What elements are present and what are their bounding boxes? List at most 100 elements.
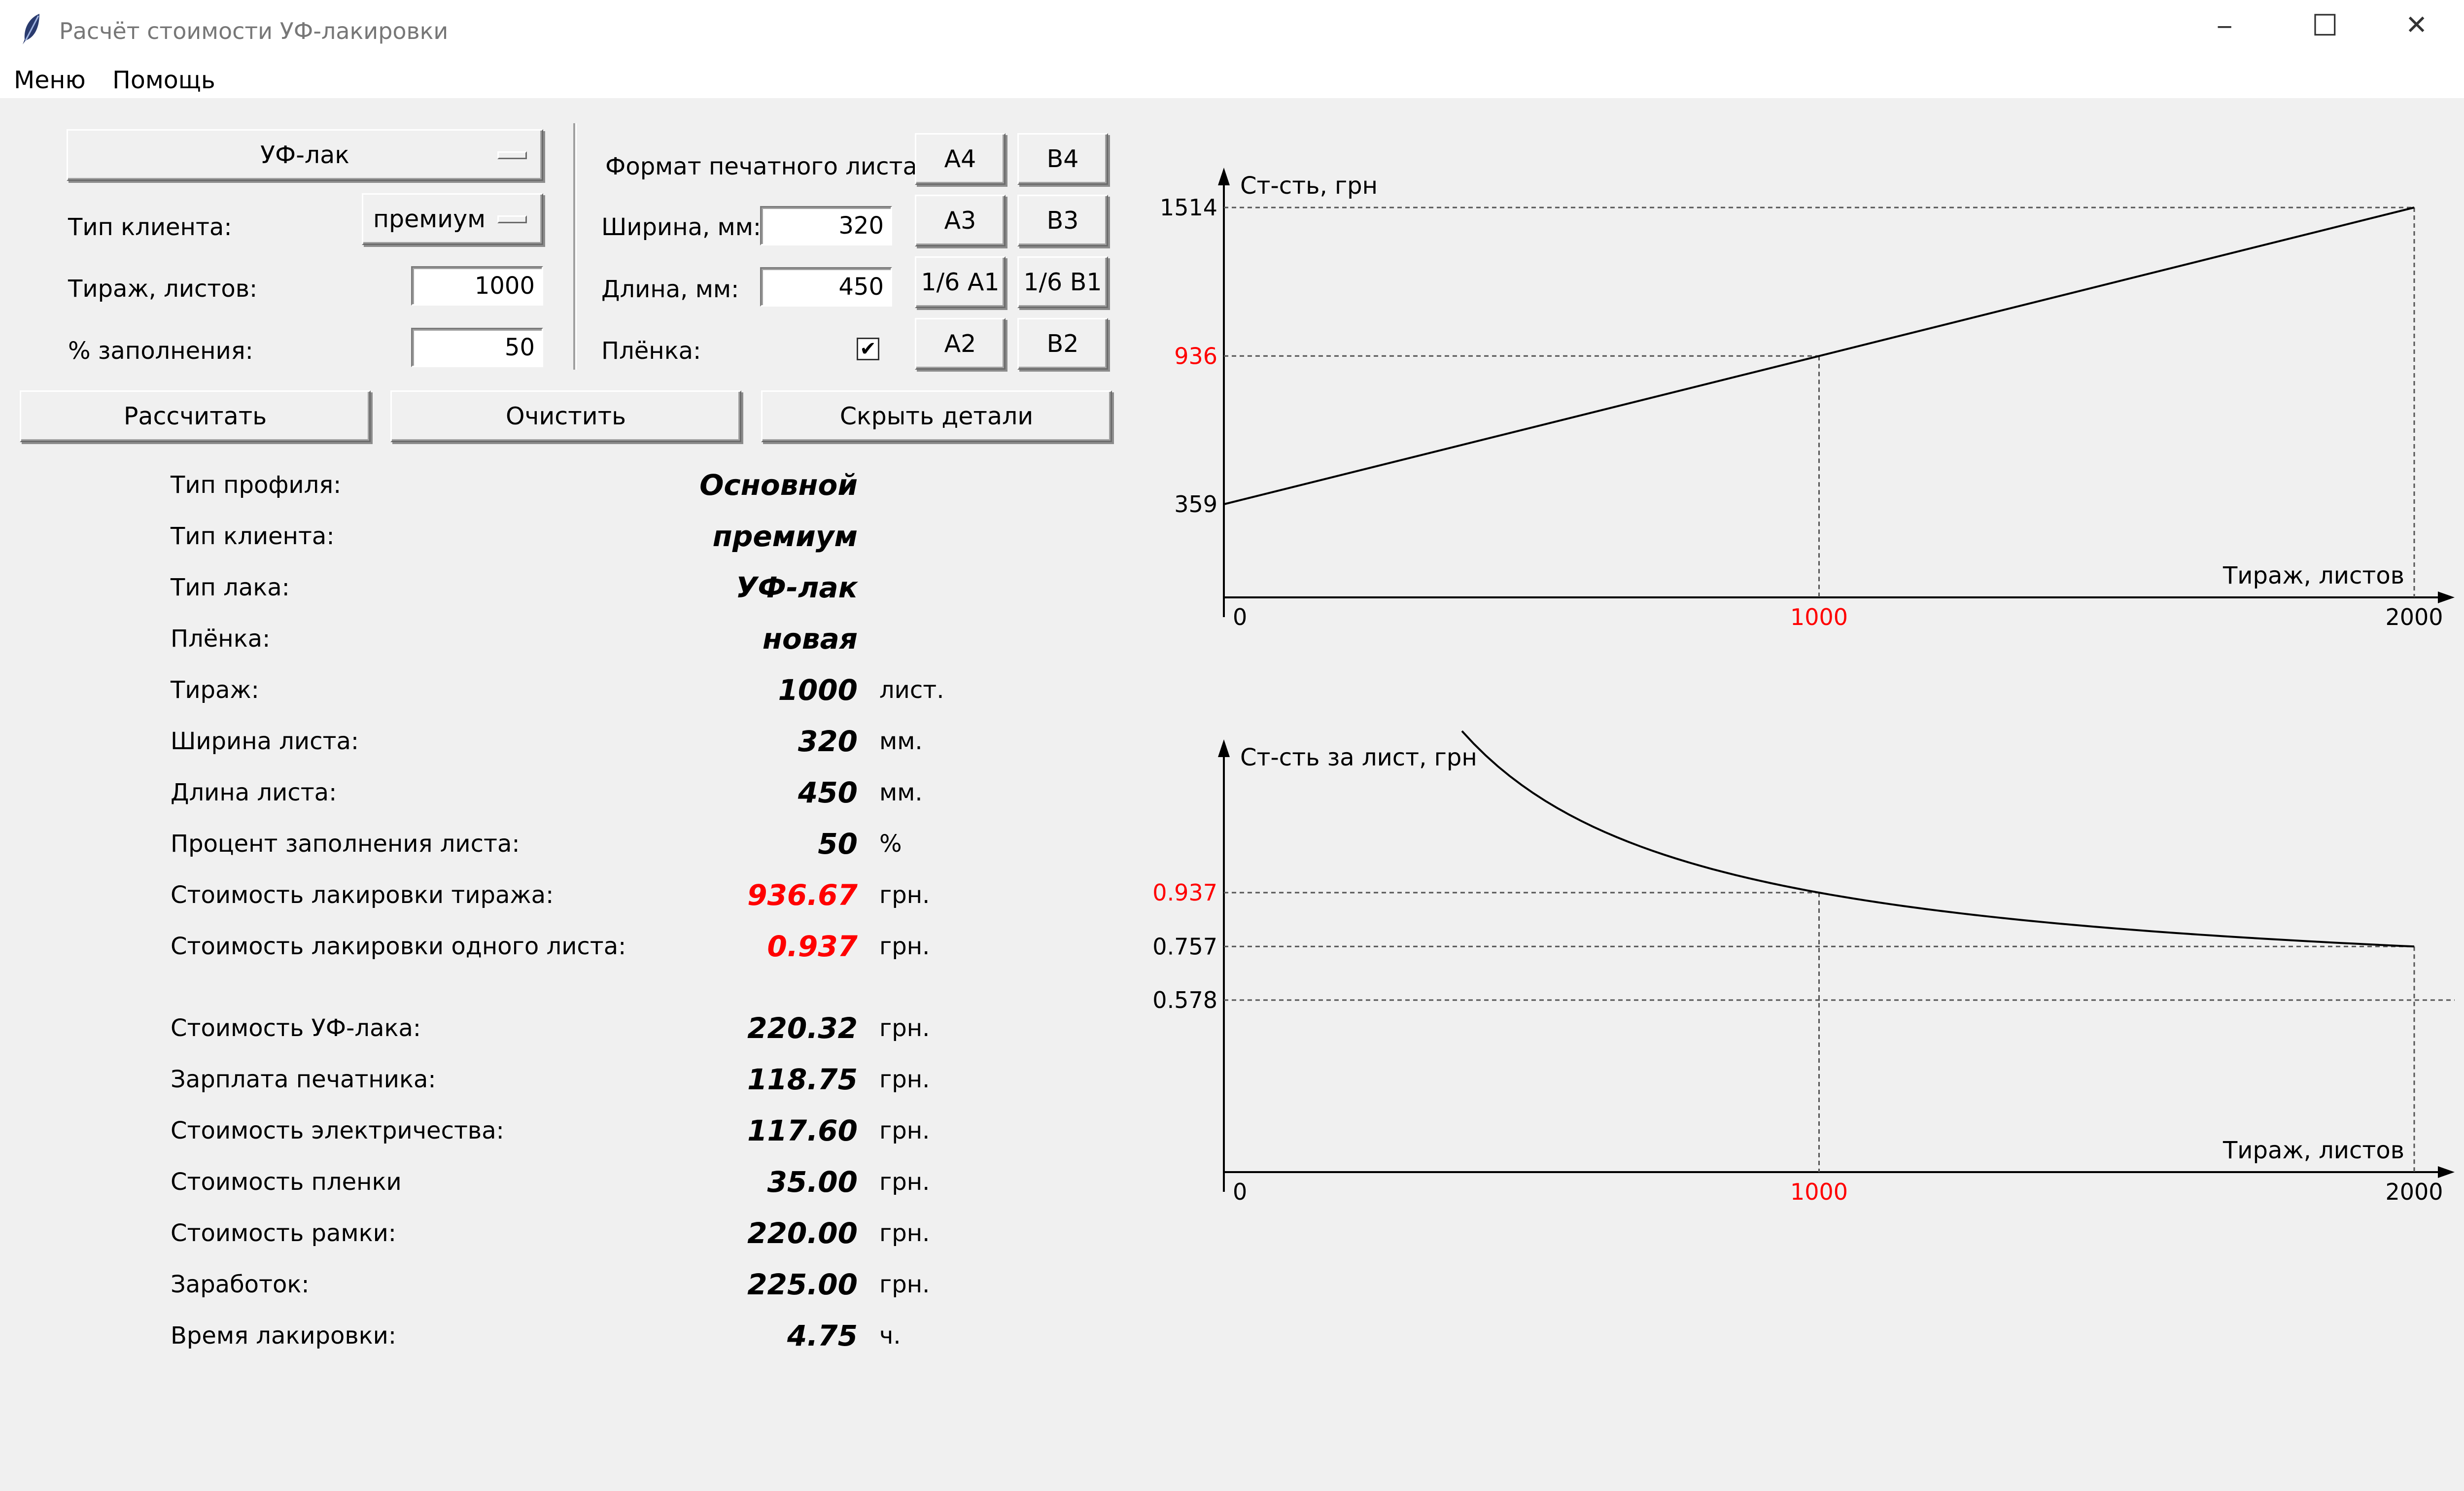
result-value: премиум [712, 520, 858, 553]
format-b3-button[interactable]: B3 [1017, 195, 1108, 246]
vertical-separator [573, 123, 577, 370]
detail-label: Заработок: [171, 1271, 310, 1298]
result-label: Ширина листа: [171, 728, 359, 755]
detail-unit: грн. [879, 1271, 930, 1298]
minimize-icon[interactable]: ─ [2218, 15, 2231, 40]
detail-label: Время лакировки: [171, 1322, 397, 1350]
format-a3-button[interactable]: A3 [915, 195, 1006, 246]
result-label: Процент заполнения листа: [171, 830, 520, 858]
menu-item-help[interactable]: Помощь [112, 68, 215, 92]
dropdown-indicator-icon [497, 151, 527, 159]
x-axis-arrow-icon [2438, 591, 2455, 603]
result-unit: лист. [879, 676, 944, 704]
dropdown-indicator-icon [497, 215, 527, 223]
x-tick-label: 2000 [2385, 604, 2443, 630]
sheet-format-label: Формат печатного листа [605, 153, 917, 180]
result-unit: грн. [879, 881, 930, 909]
y-axis-arrow-icon [1218, 168, 1230, 185]
lacquer-type-value: УФ-лак [260, 141, 349, 169]
y-tick-label: 0.937 [1152, 879, 1217, 906]
fill-input[interactable]: 50 [411, 328, 543, 367]
detail-value: 117.60 [747, 1114, 858, 1147]
client-type-label: Тип клиента: [68, 213, 232, 241]
detail-label: Стоимость электричества: [171, 1117, 504, 1144]
y-tick-label: 0.757 [1152, 933, 1217, 960]
clear-button[interactable]: Очистить [390, 390, 741, 442]
per-sheet-cost-chart: Ст-сть за лист, грн Тираж, листов 0 1000 200… [1152, 730, 2455, 1205]
y-axis-label: Ст-сть за лист, грн [1240, 744, 1477, 771]
cost-per-sheet-value: 0.937 [767, 930, 858, 963]
result-label: Тип лака: [171, 574, 290, 601]
menu-item-menu[interactable]: Меню [14, 68, 86, 92]
lacquer-type-select[interactable]: УФ-лак [67, 129, 543, 181]
format-b4-button[interactable]: B4 [1017, 133, 1108, 185]
fill-label: % заполнения: [68, 337, 253, 365]
result-unit: % [879, 830, 902, 858]
detail-label: Стоимость рамки: [171, 1219, 396, 1247]
y-tick-label: 1514 [1160, 194, 1217, 221]
detail-value: 118.75 [747, 1063, 858, 1096]
result-label: Тип профиля: [171, 471, 342, 499]
detail-unit: грн. [879, 1014, 930, 1042]
detail-value: 225.00 [747, 1268, 858, 1301]
run-input[interactable]: 1000 [411, 266, 543, 306]
detail-value: 220.32 [747, 1011, 858, 1045]
result-value: Основной [699, 468, 858, 502]
calculate-button[interactable]: Рассчитать [20, 390, 371, 442]
x-tick-label: 1000 [1790, 1179, 1848, 1205]
x-tick-label: 2000 [2385, 1179, 2443, 1205]
y-axis-label: Ст-сть, грн [1240, 172, 1378, 200]
client-type-value: премиум [373, 205, 486, 233]
result-label: Плёнка: [171, 625, 271, 653]
data-line [1461, 730, 2415, 948]
detail-unit: грн. [879, 1168, 930, 1196]
format-1-6-b1-button[interactable]: 1/6 B1 [1017, 256, 1108, 308]
result-label: Длина листа: [171, 779, 337, 806]
x-axis-arrow-icon [2438, 1166, 2455, 1178]
length-label: Длина, мм: [601, 276, 739, 303]
width-label: Ширина, мм: [601, 213, 762, 241]
length-input[interactable]: 450 [760, 267, 892, 307]
film-label: Плёнка: [601, 337, 701, 365]
hide-details-button[interactable]: Скрыть детали [761, 390, 1112, 442]
result-unit: грн. [879, 933, 930, 960]
total-cost-value: 936.67 [747, 878, 858, 912]
result-unit: мм. [879, 728, 923, 755]
y-tick-label: 359 [1174, 491, 1217, 518]
total-cost-chart: Ст-сть, грн Тираж, листов 0 1000 2000 359 936 1… [1160, 168, 2455, 630]
x-tick-label: 0 [1233, 1179, 1247, 1205]
result-value: 1000 [778, 673, 858, 707]
title-bar: Расчёт стоимости УФ-лакировки ─ ☐ ✕ [0, 0, 2464, 60]
y-tick-label: 936 [1174, 343, 1217, 369]
maximize-icon[interactable]: ☐ [2312, 11, 2338, 40]
result-value: 50 [818, 827, 858, 861]
detail-value: 220.00 [747, 1216, 858, 1250]
client-type-select[interactable]: премиум [362, 193, 543, 245]
detail-value: 4.75 [787, 1319, 858, 1352]
format-a2-button[interactable]: A2 [915, 318, 1006, 370]
feather-icon [23, 14, 39, 44]
format-1-6-a1-button[interactable]: 1/6 A1 [915, 256, 1006, 308]
format-a4-button[interactable]: A4 [915, 133, 1006, 185]
format-b2-button[interactable]: B2 [1017, 318, 1108, 370]
width-input[interactable]: 320 [760, 206, 892, 245]
detail-label: Стоимость УФ-лака: [171, 1014, 421, 1042]
detail-value: 35.00 [767, 1165, 858, 1199]
x-axis-label: Тираж, листов [2222, 1137, 2404, 1164]
result-value: УФ-лак [735, 571, 858, 604]
x-tick-label: 1000 [1790, 604, 1848, 630]
checkmark-icon: ✔ [860, 338, 876, 360]
result-value: 320 [798, 725, 858, 758]
detail-label: Зарплата печатника: [171, 1066, 436, 1093]
run-label: Тираж, листов: [68, 275, 258, 303]
x-axis-label: Тираж, листов [2222, 562, 2404, 589]
detail-unit: грн. [879, 1117, 930, 1144]
y-axis-arrow-icon [1218, 739, 1230, 757]
x-tick-label: 0 [1233, 604, 1247, 630]
detail-label: Стоимость пленки [171, 1168, 402, 1196]
y-tick-label: 0.578 [1152, 987, 1217, 1013]
detail-unit: грн. [879, 1219, 930, 1247]
close-icon[interactable]: ✕ [2405, 12, 2428, 38]
result-unit: мм. [879, 779, 923, 806]
film-checkbox[interactable]: ✔ [857, 338, 879, 360]
